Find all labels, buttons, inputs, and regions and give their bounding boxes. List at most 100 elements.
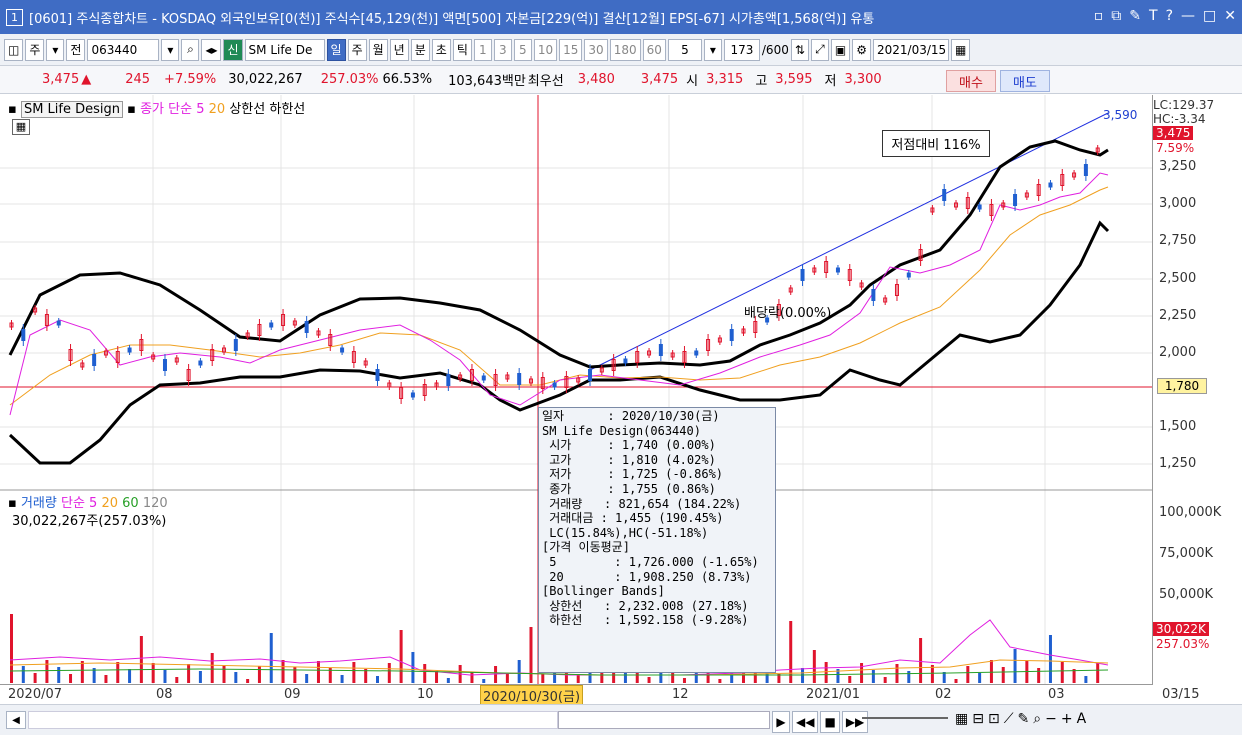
chevron-down-icon[interactable]: ▾: [46, 38, 65, 61]
font-icon[interactable]: A: [1077, 711, 1087, 727]
scroll-track[interactable]: [28, 711, 558, 729]
interval-5[interactable]: 5: [513, 38, 532, 61]
volume-tick-0: 100,000K: [1159, 505, 1222, 520]
table-icon[interactable]: ▦: [12, 119, 30, 135]
save-icon[interactable]: ▣: [830, 38, 851, 61]
date-tick-7: 02: [935, 687, 952, 702]
code-dropdown-icon[interactable]: ▾: [161, 38, 180, 61]
candle-body: [977, 204, 982, 210]
count-input[interactable]: 5: [667, 38, 702, 61]
volume-bar: [682, 678, 686, 683]
line-tool-icon[interactable]: ⟋: [1004, 711, 1014, 727]
layout-icon[interactable]: ◫: [4, 38, 24, 61]
volume-bar: [69, 674, 73, 683]
rewind-icon[interactable]: ◀◀: [792, 711, 819, 733]
legend-volume: 거래량: [20, 496, 57, 511]
period-minute[interactable]: 분: [410, 38, 430, 61]
count-dropdown-icon[interactable]: ▾: [703, 38, 722, 61]
close-icon[interactable]: ✕: [1224, 8, 1236, 24]
volume-bar: [33, 673, 37, 683]
view-count-input[interactable]: 173: [723, 38, 760, 61]
period-day[interactable]: 일: [326, 38, 346, 61]
scroll-thumb[interactable]: [558, 711, 770, 729]
candle-body: [162, 359, 167, 371]
compare-icon[interactable]: ⇅: [790, 38, 809, 61]
stop-icon[interactable]: ■: [820, 711, 840, 733]
type-select[interactable]: 주: [25, 38, 45, 61]
volume-bar: [1013, 649, 1017, 683]
play-icon[interactable]: ▶: [772, 711, 790, 733]
stock-name[interactable]: SM Life De: [244, 38, 325, 61]
interval-15[interactable]: 15: [559, 38, 583, 61]
volume-bar: [871, 670, 875, 683]
scroll-left-icon[interactable]: ◀: [6, 711, 26, 729]
date-input[interactable]: 2021/03/15: [873, 38, 950, 61]
new-button[interactable]: 신: [223, 38, 243, 61]
interval-30[interactable]: 30: [584, 38, 608, 61]
legend-v20: 20: [101, 496, 119, 511]
calendar-icon[interactable]: ▦: [951, 38, 971, 61]
restore-icon[interactable]: ▫: [1094, 8, 1104, 24]
volume-bar: [1096, 663, 1100, 683]
copy-icon[interactable]: ⧉: [1111, 8, 1121, 24]
price-tick-0: 3,250: [1159, 159, 1197, 174]
toolbar: ◫ 주 ▾ 전 063440 ▾ ⌕ ◂▸ 신 SM Life De 일 주 월…: [0, 34, 1242, 66]
forward-icon[interactable]: ▶▶: [841, 711, 869, 733]
plus-icon[interactable]: +: [1061, 711, 1073, 727]
interval-60[interactable]: 60: [642, 38, 666, 61]
volume-bar: [966, 666, 970, 683]
split-icon[interactable]: ⊟: [972, 711, 984, 727]
volume-bar: [387, 663, 391, 683]
legend-name[interactable]: SM Life Design: [20, 101, 123, 118]
candle-body: [1013, 194, 1018, 206]
interval-180[interactable]: 180: [609, 38, 641, 61]
grid-icon[interactable]: ▦: [955, 711, 968, 727]
legend-v5: 5: [89, 496, 98, 511]
volume-bar: [1001, 667, 1005, 683]
speaker-icon[interactable]: ◂▸: [201, 38, 222, 61]
trend-icon[interactable]: ⤢: [810, 38, 829, 61]
price-legend: ▪ SM Life Design ▪ 종가 단순 5 20 상한선 하한선: [8, 98, 305, 118]
minus-icon[interactable]: −: [1045, 711, 1057, 727]
legend-ma: 종가 단순: [140, 102, 193, 117]
volume-bar: [352, 662, 356, 683]
period-tick[interactable]: 틱: [452, 38, 472, 61]
price-tick-8: 1,250: [1159, 456, 1197, 471]
period-week[interactable]: 주: [347, 38, 367, 61]
interval-1[interactable]: 1: [473, 38, 492, 61]
maximize-icon[interactable]: □: [1203, 8, 1216, 24]
text-icon[interactable]: T: [1149, 8, 1158, 24]
sell-button[interactable]: 매도: [1000, 70, 1050, 92]
volume-tick-1: 75,000K: [1159, 546, 1214, 561]
interval-3[interactable]: 3: [493, 38, 512, 61]
mode-button[interactable]: 전: [66, 38, 86, 61]
volume-bar: [1084, 676, 1088, 683]
volume-bar: [128, 669, 132, 683]
volume-bar: [187, 664, 191, 683]
minimize-icon[interactable]: —: [1181, 8, 1195, 24]
help-icon[interactable]: ?: [1166, 8, 1173, 24]
candle-body: [1083, 164, 1088, 176]
gear-icon[interactable]: ⚙: [852, 38, 872, 61]
total-count: /600: [761, 42, 789, 57]
period-year[interactable]: 년: [389, 38, 409, 61]
search-icon[interactable]: ⌕: [1033, 711, 1041, 727]
candle-body: [623, 358, 628, 364]
code-input[interactable]: 063440: [87, 38, 160, 61]
paint-icon[interactable]: ✎: [1129, 8, 1141, 24]
candle-body: [269, 322, 274, 328]
pen-icon[interactable]: ✎: [1018, 711, 1030, 727]
interval-10[interactable]: 10: [533, 38, 558, 61]
lc-label: LC:129.37: [1153, 98, 1215, 112]
search-icon[interactable]: ⌕: [181, 38, 200, 61]
period-second[interactable]: 초: [431, 38, 451, 61]
volume-bar: [718, 679, 722, 683]
chart-icon[interactable]: ⊡: [988, 711, 1000, 727]
volume-bar: [210, 653, 214, 683]
buy-button[interactable]: 매수: [946, 70, 996, 92]
zoom-slider[interactable]: [862, 717, 948, 719]
period-month[interactable]: 월: [368, 38, 388, 61]
volume-bar: [529, 627, 533, 683]
volume-bar: [281, 660, 285, 683]
crosshair-tooltip: 일자 : 2020/10/30(금) SM Life Design(063440…: [538, 407, 776, 673]
